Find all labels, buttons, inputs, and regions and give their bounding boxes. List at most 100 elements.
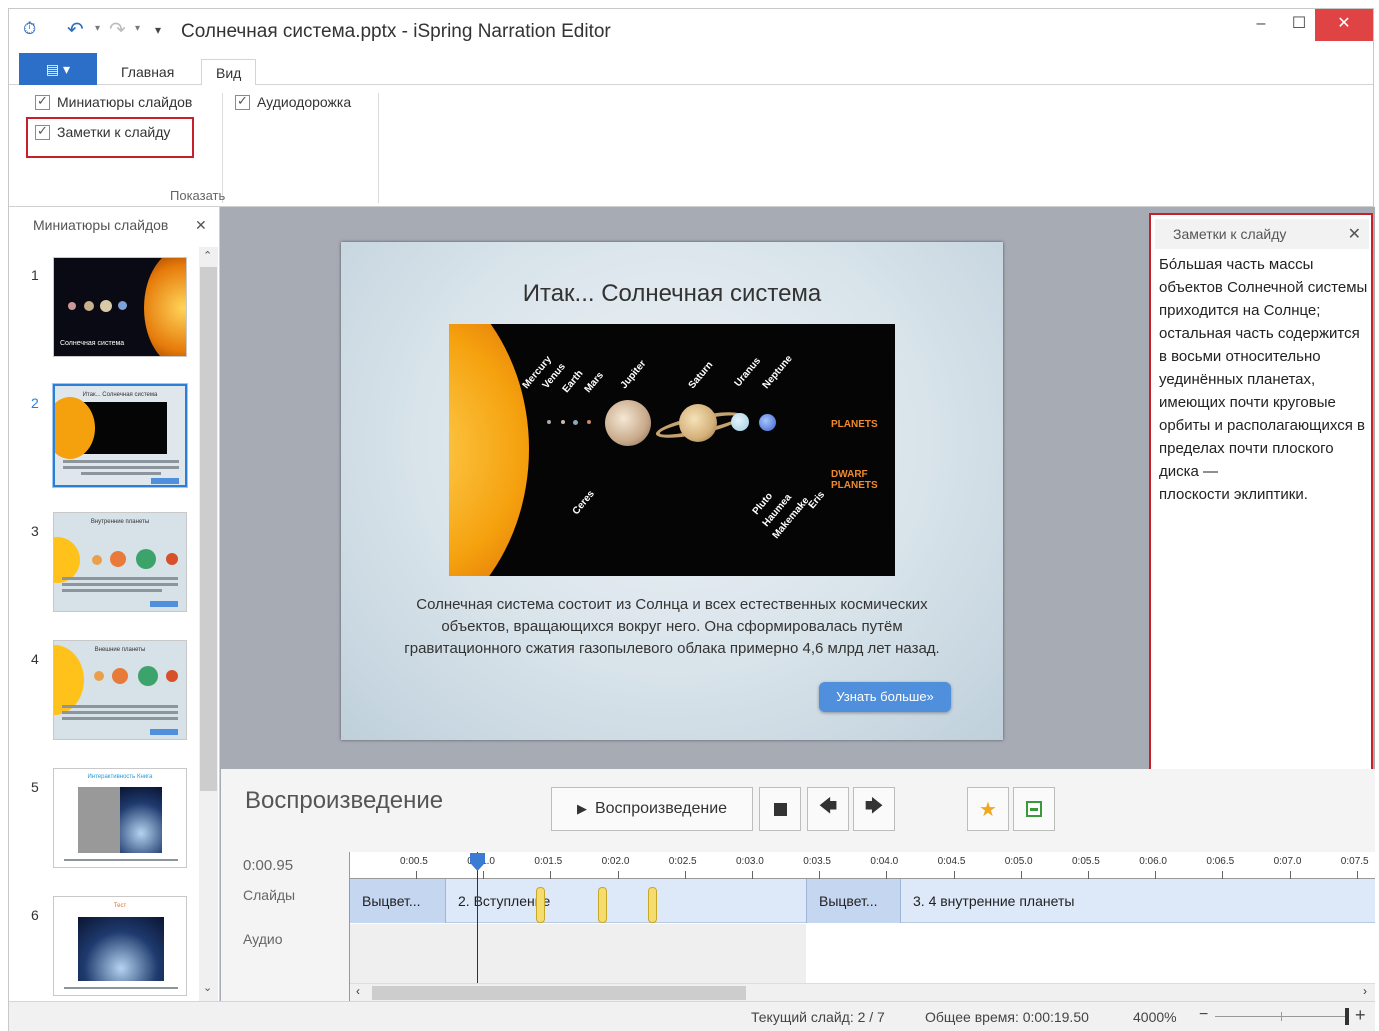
ruler-tick-label: 0:03.5 [803,856,831,867]
thumb-caption: Внутренние планеты [90,519,150,525]
slides-track[interactable]: Выцвет... 2. Вступление Выцвет... 3. 4 в… [350,879,1375,923]
undo-dropdown-icon[interactable]: ▾ [95,23,100,34]
thumb-caption: Внешние планеты [94,647,146,653]
notes-title: Заметки к слайду [1173,226,1287,242]
zoom-slider-thumb[interactable] [1345,1008,1349,1025]
zoom-slider-track[interactable] [1215,1016,1345,1017]
stopwatch-icon[interactable]: ⏱ [23,19,36,39]
current-time: 0:00.95 [243,857,294,874]
close-icon[interactable]: ✕ [195,217,207,234]
panel-title: Миниатюры слайдов [33,217,169,233]
animation-marker[interactable] [648,887,657,923]
time-ruler[interactable]: 0:00.50:01.00:01.50:02.00:02.50:03.00:03… [350,852,1375,879]
stop-button[interactable] [759,787,801,831]
thumb-caption: Солнечная система [60,340,125,347]
slide-segment[interactable]: 3. 4 внутренние планеты [901,879,1376,923]
solar-system-image: Mercury Venus Earth Mars Jupiter Saturn … [449,324,895,576]
redo-icon[interactable]: ↷ [109,17,126,42]
audio-track[interactable] [350,924,806,983]
thumb-number: 4 [31,651,39,667]
zoom-in-icon[interactable]: + [1355,1005,1366,1026]
ruler-tick [550,871,552,879]
transition-segment[interactable]: Выцвет... [806,879,901,923]
thumb-number: 6 [31,907,39,923]
zoom-out-icon[interactable]: − [1199,1006,1208,1024]
scroll-left-icon[interactable]: ‹ [356,984,360,998]
transition-segment[interactable]: Выцвет... [350,879,446,923]
scrollbar-thumb[interactable] [372,986,746,1000]
file-menu-button[interactable]: ▤ ▾ [19,53,97,85]
slide-thumbnail[interactable]: Внешние планеты [53,640,187,740]
audio-track-checkbox[interactable]: Аудиодорожка [235,93,351,110]
slide-thumbnail[interactable]: Внутренние планеты [53,512,187,612]
ruler-tick-label: 0:02.5 [668,856,697,867]
scroll-up-icon[interactable]: ⌃ [203,249,212,262]
title-bar: ⏱ ↶ ▾ ↷ ▾ ▾ Солнечная система.pptx - iSp… [9,9,1373,53]
dwarf-tag: DWARF [831,469,868,480]
notes-text[interactable]: Бóльшая часть массы объектов Солнечной с… [1159,253,1371,506]
total-time-status: Общее время: 0:00:19.50 [925,1009,1089,1025]
close-button[interactable]: ✕ [1315,9,1373,41]
customize-toolbar-icon[interactable]: ▾ [155,23,161,37]
ruler-tick-label: 0:00.5 [400,856,428,867]
slide-thumbnails-checkbox[interactable]: Миниатюры слайдов [35,93,192,110]
scrollbar-thumb[interactable] [200,267,217,791]
slide-thumbnail[interactable]: Интерактивность Книга [53,768,187,868]
tab-view[interactable]: Вид [201,59,257,86]
maximize-button[interactable]: ☐ [1279,9,1319,41]
ruler-tick-label: 0:07.0 [1273,856,1302,867]
timeline-scrollbar[interactable]: ‹ › [350,983,1375,1001]
learn-more-button[interactable]: Узнать больше» [819,682,951,712]
scroll-right-icon[interactable]: › [1363,984,1367,998]
dwarf-label: Ceres [570,488,597,517]
planet-label: Saturn [686,359,716,391]
minimize-button[interactable]: ‒ [1241,9,1281,41]
previous-button[interactable]: 🡄 [807,787,849,831]
planet-label: Jupiter [618,358,649,391]
ruler-tick [1020,871,1022,879]
dwarf-label: Eris [806,489,828,511]
ruler-tick [483,871,485,879]
ruler-tick-label: 0:04.0 [870,856,899,867]
sun-graphic [449,324,529,576]
animation-marker[interactable] [536,887,545,923]
playback-panel: Воспроизведение ▶ Воспроизведение 🡄 🡆 ★ [221,769,1375,1001]
planet-label: Mars [582,370,607,395]
slide-thumbnail[interactable]: Тест [53,896,187,996]
ruler-tick-label: 0:04.5 [937,856,966,867]
slide-notes-checkbox[interactable]: Заметки к слайду [35,123,170,140]
checkbox-icon[interactable] [235,93,250,110]
next-button[interactable]: 🡆 [853,787,895,831]
redo-dropdown-icon[interactable]: ▾ [135,23,140,34]
slide-body-text: Солнечная система состоит из Солнца и вс… [404,596,940,657]
checkbox-icon[interactable] [35,123,50,140]
play-button[interactable]: ▶ Воспроизведение [551,787,753,831]
current-slide-status: Текущий слайд: 2 / 7 [751,1009,885,1025]
slide-thumbnail-selected[interactable]: Итак... Солнечная система [52,383,188,488]
checkbox-icon[interactable] [35,93,50,110]
ruler-tick [684,871,686,879]
timeline[interactable]: 0:00.50:01.00:01.50:02.00:02.50:03.00:03… [349,852,1375,1001]
thumb-number: 1 [31,267,39,283]
playback-title: Воспроизведение [245,787,444,814]
tab-home[interactable]: Главная [107,59,188,86]
window-title: Солнечная система.pptx - iSpring Narrati… [181,21,611,42]
track-label-slides: Слайды [243,887,296,903]
undo-icon[interactable]: ↶ [67,17,84,42]
slide-segment[interactable]: 2. Вступление [446,879,806,923]
favorite-button[interactable]: ★ [967,787,1009,831]
slide-view-button[interactable] [1013,787,1055,831]
slide-thumbnail[interactable]: Солнечная система [53,257,187,357]
close-icon[interactable]: ✕ [1348,224,1361,244]
planet-label: Uranus [732,355,764,389]
scroll-down-icon[interactable]: ⌄ [203,981,212,994]
group-divider [378,93,379,203]
track-label-audio: Аудио [243,931,283,947]
thumbnails-scrollbar[interactable]: ⌃ ⌄ [199,247,218,1003]
ruler-tick [416,871,417,879]
animation-marker[interactable] [598,887,607,923]
play-button-label: Воспроизведение [594,800,728,817]
ruler-tick [886,871,888,879]
slide-notes-panel: Заметки к слайду ✕ Бóльшая часть массы о… [1149,213,1373,772]
thumb-caption: Тест [113,903,127,909]
